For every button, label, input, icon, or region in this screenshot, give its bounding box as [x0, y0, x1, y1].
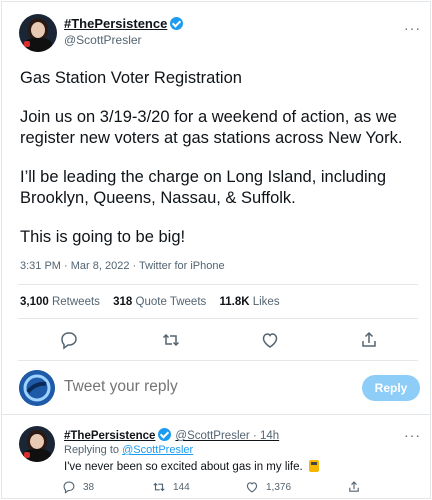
tweet-action-bar [2, 328, 430, 352]
reply-reply-action[interactable]: 38 [62, 480, 94, 494]
reply-more-options-icon[interactable]: ··· [404, 427, 421, 443]
divider [18, 284, 418, 285]
likes-count: 11.8K [219, 296, 250, 308]
fuel-pump-emoji-icon [308, 460, 319, 472]
retweets-count: 3,100 [20, 296, 49, 308]
divider [2, 414, 430, 415]
reply-icon [63, 481, 75, 494]
verified-badge-icon [158, 428, 172, 441]
tweet-paragraph: This is going to be big! [20, 228, 186, 246]
quote-tweets-label: Quote Tweets [135, 296, 207, 308]
reply-count: 38 [83, 481, 95, 493]
reply-author-name-text[interactable]: #ThePersistence [64, 430, 155, 442]
retweets-label: Retweets [51, 296, 100, 308]
tweet-paragraph: Gas Station Voter Registration [20, 69, 242, 87]
reply-tweet[interactable]: #ThePersistence @ScottPresler · 14h ··· R… [2, 417, 430, 498]
likes-stat[interactable]: 11.8K Likes [219, 296, 279, 308]
reply-text-content: I've never been so excited about gas in … [64, 461, 303, 473]
tweet-paragraph: Join us on 3/19-3/20 for a weekend of ac… [20, 108, 403, 147]
reply-icon[interactable] [59, 330, 79, 350]
author-avatar[interactable] [19, 14, 57, 52]
like-icon[interactable] [260, 330, 280, 350]
user-avatar-graphic-icon [19, 370, 55, 406]
share-icon[interactable] [359, 330, 379, 350]
replying-to-label: Replying to [64, 444, 120, 456]
author-handle[interactable]: @ScottPresler [64, 33, 142, 47]
reply-input[interactable] [64, 378, 344, 396]
tweet-paragraph: I’ll be leading the charge on Long Islan… [20, 168, 387, 207]
reply-share-action[interactable] [347, 480, 361, 494]
share-icon [349, 481, 359, 492]
quote-tweets-count: 318 [113, 296, 133, 308]
replying-to-line: Replying to @ScottPresler [64, 444, 193, 456]
replying-to-handle-link[interactable]: @ScottPresler [122, 444, 193, 456]
tweet-stats: 3,100 Retweets 318 Quote Tweets 11.8K Li… [20, 296, 290, 308]
user-avatar[interactable] [19, 370, 55, 406]
reply-handle-time[interactable]: @ScottPresler · 14h [175, 430, 279, 442]
like-count: 1,376 [266, 481, 292, 493]
retweets-stat[interactable]: 3,100 Retweets [20, 296, 100, 308]
tweet-timestamp[interactable]: 3:31 PM · Mar 8, 2022 · Twitter for iPho… [20, 260, 225, 272]
retweet-icon[interactable] [161, 330, 181, 350]
reply-composer: Reply [2, 366, 430, 410]
author-name-text[interactable]: #ThePersistence [64, 16, 167, 31]
reply-like-action[interactable]: 1,376 [245, 480, 291, 494]
likes-label: Likes [252, 296, 280, 308]
reply-action-bar: 38 144 1,376 [2, 480, 430, 498]
divider [18, 318, 418, 319]
author-display-name[interactable]: #ThePersistence [64, 16, 184, 31]
tweet-text: Gas Station Voter Registration Join us o… [20, 68, 420, 248]
verified-badge-icon [170, 17, 184, 30]
retweet-icon [153, 482, 165, 492]
quote-tweets-stat[interactable]: 318 Quote Tweets [113, 296, 206, 308]
reply-button[interactable]: Reply [362, 375, 420, 401]
reply-author-name[interactable]: #ThePersistence @ScottPresler · 14h [64, 428, 279, 442]
tweet-header: #ThePersistence @ScottPresler ··· [2, 2, 430, 62]
like-icon [246, 482, 258, 493]
reply-text: I've never been so excited about gas in … [64, 460, 319, 473]
more-options-icon[interactable]: ··· [404, 20, 421, 36]
divider [18, 360, 418, 361]
retweet-count: 144 [173, 481, 190, 493]
tweet-detail-panel: #ThePersistence @ScottPresler ··· Gas St… [1, 1, 431, 499]
reply-author-avatar[interactable] [19, 426, 55, 462]
reply-retweet-action[interactable]: 144 [152, 480, 190, 494]
